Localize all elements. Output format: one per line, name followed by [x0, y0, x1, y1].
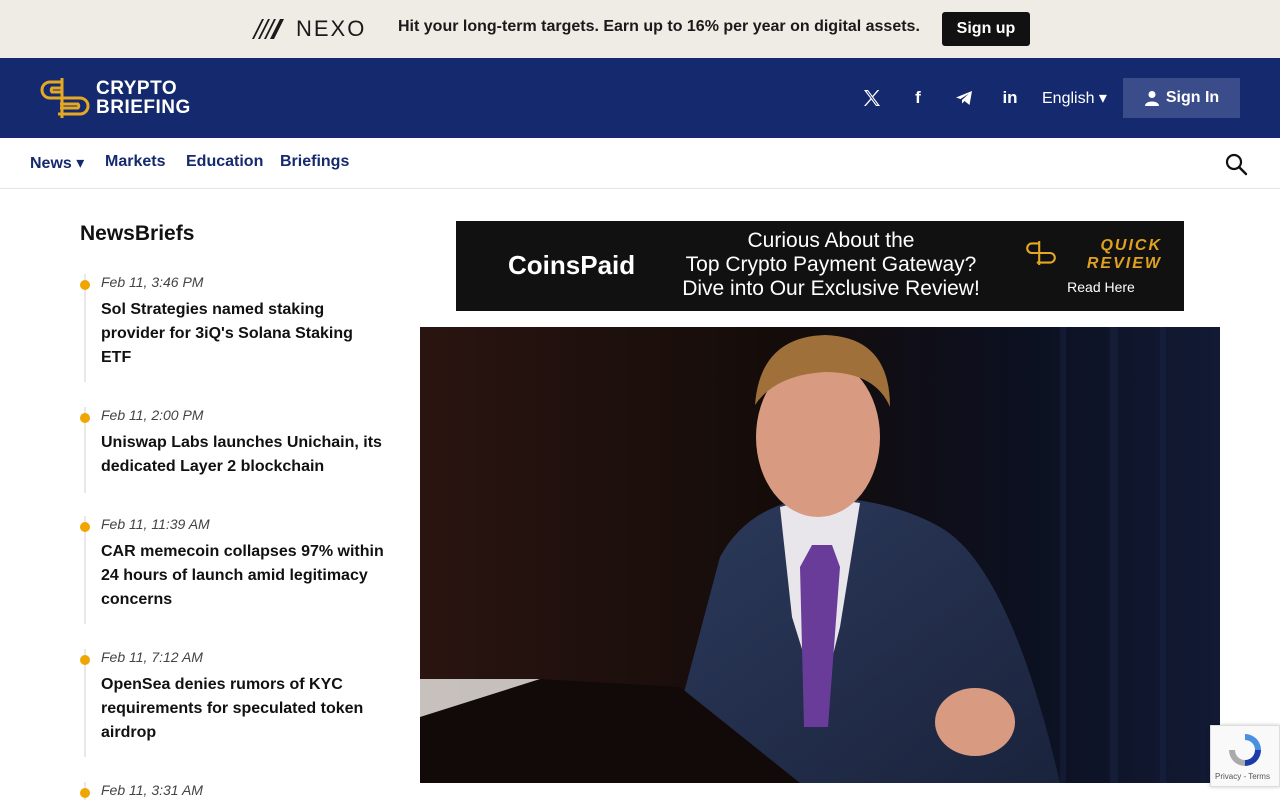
- brief-headline[interactable]: Uniswap Labs launches Unichain, its dedi…: [101, 431, 384, 479]
- brief-time: Feb 11, 3:31 AM: [101, 782, 203, 798]
- list-item[interactable]: Feb 11, 3:46 PM Sol Strategies named sta…: [80, 274, 384, 382]
- brief-time: Feb 11, 2:00 PM: [101, 407, 204, 423]
- timeline-dot: [80, 413, 90, 423]
- timeline-dot: [80, 280, 90, 290]
- facebook-icon[interactable]: f: [904, 84, 932, 112]
- timeline-dot: [80, 522, 90, 532]
- timeline-dot: [80, 788, 90, 798]
- nav-item-news[interactable]: News ▾: [30, 153, 84, 173]
- timeline-dot: [80, 655, 90, 665]
- x-icon[interactable]: [858, 84, 886, 112]
- logo-line-1: CRYPTO: [96, 78, 178, 99]
- site-header: CRYPTO BRIEFING f in English ▾ Sign In: [0, 58, 1280, 138]
- brief-headline[interactable]: OpenSea denies rumors of KYC requirement…: [101, 673, 384, 745]
- nav-item-markets[interactable]: Markets: [105, 153, 165, 171]
- nexo-logo-icon: [252, 19, 284, 39]
- user-icon: [1144, 91, 1159, 106]
- telegram-icon[interactable]: [950, 84, 978, 112]
- recaptcha-icon: [1229, 734, 1261, 766]
- brief-headline[interactable]: CAR memecoin collapses 97% within 24 hou…: [101, 540, 384, 612]
- ad-copy-line-2: Top Crypto Payment Gateway?: [685, 253, 977, 276]
- promo-bar: NEXO Hit your long-term targets. Earn up…: [0, 0, 1280, 58]
- nexo-wordmark: NEXO: [296, 16, 367, 41]
- sign-in-button[interactable]: Sign In: [1123, 78, 1240, 118]
- coinspaid-logo: CoinsPaid: [470, 243, 635, 287]
- sign-in-label: Sign In: [1165, 89, 1220, 106]
- recaptcha-badge[interactable]: Privacy - Terms: [1210, 725, 1280, 787]
- nav-item-education[interactable]: Education: [186, 153, 263, 171]
- crypto-briefing-logo-icon: [1026, 241, 1056, 265]
- crypto-briefing-logo-icon: [40, 78, 90, 118]
- quick-review-badge: QUICK REVIEW Read Here: [1026, 237, 1176, 295]
- nexo-logo[interactable]: NEXO: [250, 16, 366, 42]
- speaker-photo: [420, 327, 1220, 783]
- ad-copy-line-3: Dive into Our Exclusive Review!: [682, 277, 980, 300]
- promo-signup-button[interactable]: Sign up: [942, 12, 1030, 46]
- brief-headline[interactable]: Sol Strategies named staking provider fo…: [101, 298, 384, 370]
- nav-item-briefings[interactable]: Briefings: [280, 153, 349, 171]
- coinspaid-logo-icon: [478, 247, 496, 283]
- coinspaid-ad-banner[interactable]: CoinsPaid Curious About the Top Crypto P…: [456, 221, 1184, 311]
- main-nav: News ▾ Markets Education Briefings: [0, 138, 1280, 189]
- read-here-link[interactable]: Read Here: [1026, 279, 1176, 295]
- search-icon[interactable]: [1224, 152, 1248, 176]
- list-item[interactable]: Feb 11, 7:12 AM OpenSea denies rumors of…: [80, 649, 384, 757]
- ad-copy-line-1: Curious About the: [747, 229, 915, 252]
- crypto-briefing-wordmark: CRYPTO BRIEFING: [96, 79, 191, 117]
- list-item[interactable]: Feb 11, 3:31 AM: [80, 782, 384, 800]
- linkedin-icon[interactable]: in: [996, 84, 1024, 112]
- coinspaid-wordmark: CoinsPaid: [508, 249, 636, 280]
- ad-copy: Curious About the Top Crypto Payment Gat…: [656, 229, 1006, 301]
- recaptcha-links[interactable]: Privacy - Terms: [1215, 772, 1270, 781]
- hero-image[interactable]: [420, 327, 1220, 783]
- brief-time: Feb 11, 7:12 AM: [101, 649, 203, 665]
- promo-text: Hit your long-term targets. Earn up to 1…: [398, 18, 920, 35]
- brief-time: Feb 11, 11:39 AM: [101, 516, 210, 532]
- list-item[interactable]: Feb 11, 11:39 AM CAR memecoin collapses …: [80, 516, 384, 624]
- logo-line-2: BRIEFING: [96, 97, 191, 118]
- sidebar-title: NewsBriefs: [80, 222, 195, 245]
- crypto-briefing-logo[interactable]: CRYPTO BRIEFING: [40, 76, 191, 120]
- language-selector[interactable]: English ▾: [1042, 88, 1107, 108]
- brief-time: Feb 11, 3:46 PM: [101, 274, 204, 290]
- list-item[interactable]: Feb 11, 2:00 PM Uniswap Labs launches Un…: [80, 407, 384, 493]
